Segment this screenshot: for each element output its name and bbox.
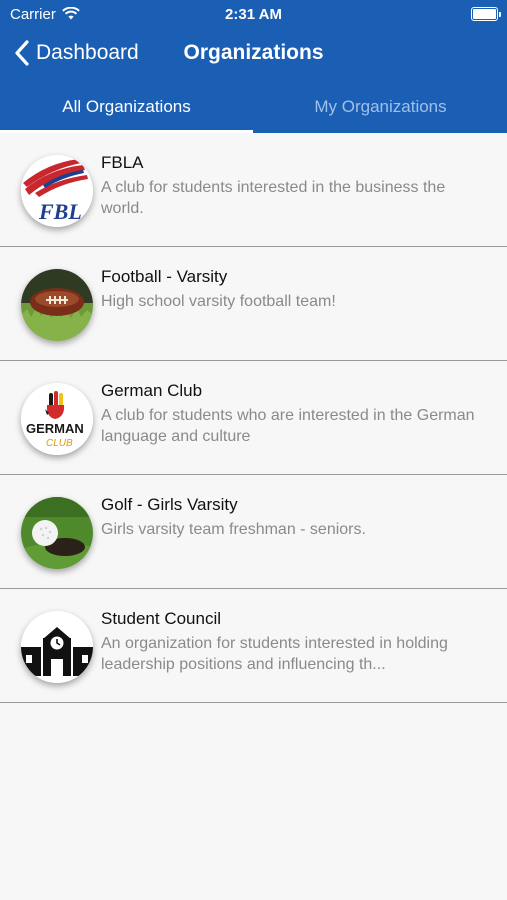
organization-description: A club for students interested in the bu… (101, 179, 446, 217)
list-item-golf-girls-varsity[interactable]: Golf - Girls Varsity Girls varsity team … (0, 475, 507, 589)
school-building-icon (21, 611, 93, 683)
battery-icon (471, 7, 501, 21)
fbla-logo-icon: FBL (21, 155, 93, 227)
header: Carrier 2:31 AM Dashboard Organizations … (0, 0, 507, 133)
organization-name: German Club (101, 381, 203, 400)
status-time: 2:31 AM (225, 6, 282, 23)
organization-description: High school varsity football team! (101, 293, 336, 310)
page-title: Organizations (183, 41, 324, 64)
list-item-student-council[interactable]: Student Council An organization for stud… (0, 589, 507, 703)
svg-text:FBL: FBL (38, 199, 82, 224)
organization-description: A club for students who are interested i… (101, 407, 475, 445)
organization-description: An organization for students interested … (101, 635, 448, 673)
list-item-fbla[interactable]: FBL FBLA A club for students interested … (0, 133, 507, 247)
svg-text:CLUB: CLUB (46, 438, 73, 449)
golf-ball-icon (21, 497, 93, 569)
organization-description: Girls varsity team freshman - seniors. (101, 521, 366, 538)
list-item-football-varsity[interactable]: Football - Varsity High school varsity f… (0, 247, 507, 361)
organization-name: Football - Varsity (101, 267, 228, 286)
segmented-tabs: All Organizations My Organizations (0, 84, 507, 133)
football-icon (21, 269, 93, 341)
tab-my-organizations[interactable]: My Organizations (254, 84, 507, 133)
organizations-list: FBL FBLA A club for students interested … (0, 133, 507, 703)
svg-text:GERMAN: GERMAN (26, 421, 84, 436)
list-item-german-club[interactable]: GERMAN CLUB German Club A club for stude… (0, 361, 507, 475)
organization-name: Golf - Girls Varsity (101, 495, 238, 514)
navigation-bar: Dashboard Organizations (0, 28, 507, 80)
status-bar: Carrier 2:31 AM (0, 0, 507, 28)
organization-name: Student Council (101, 609, 222, 628)
german-club-logo-icon: GERMAN CLUB (21, 383, 93, 455)
organization-name: FBLA (101, 153, 144, 172)
tab-all-organizations[interactable]: All Organizations (0, 84, 253, 133)
